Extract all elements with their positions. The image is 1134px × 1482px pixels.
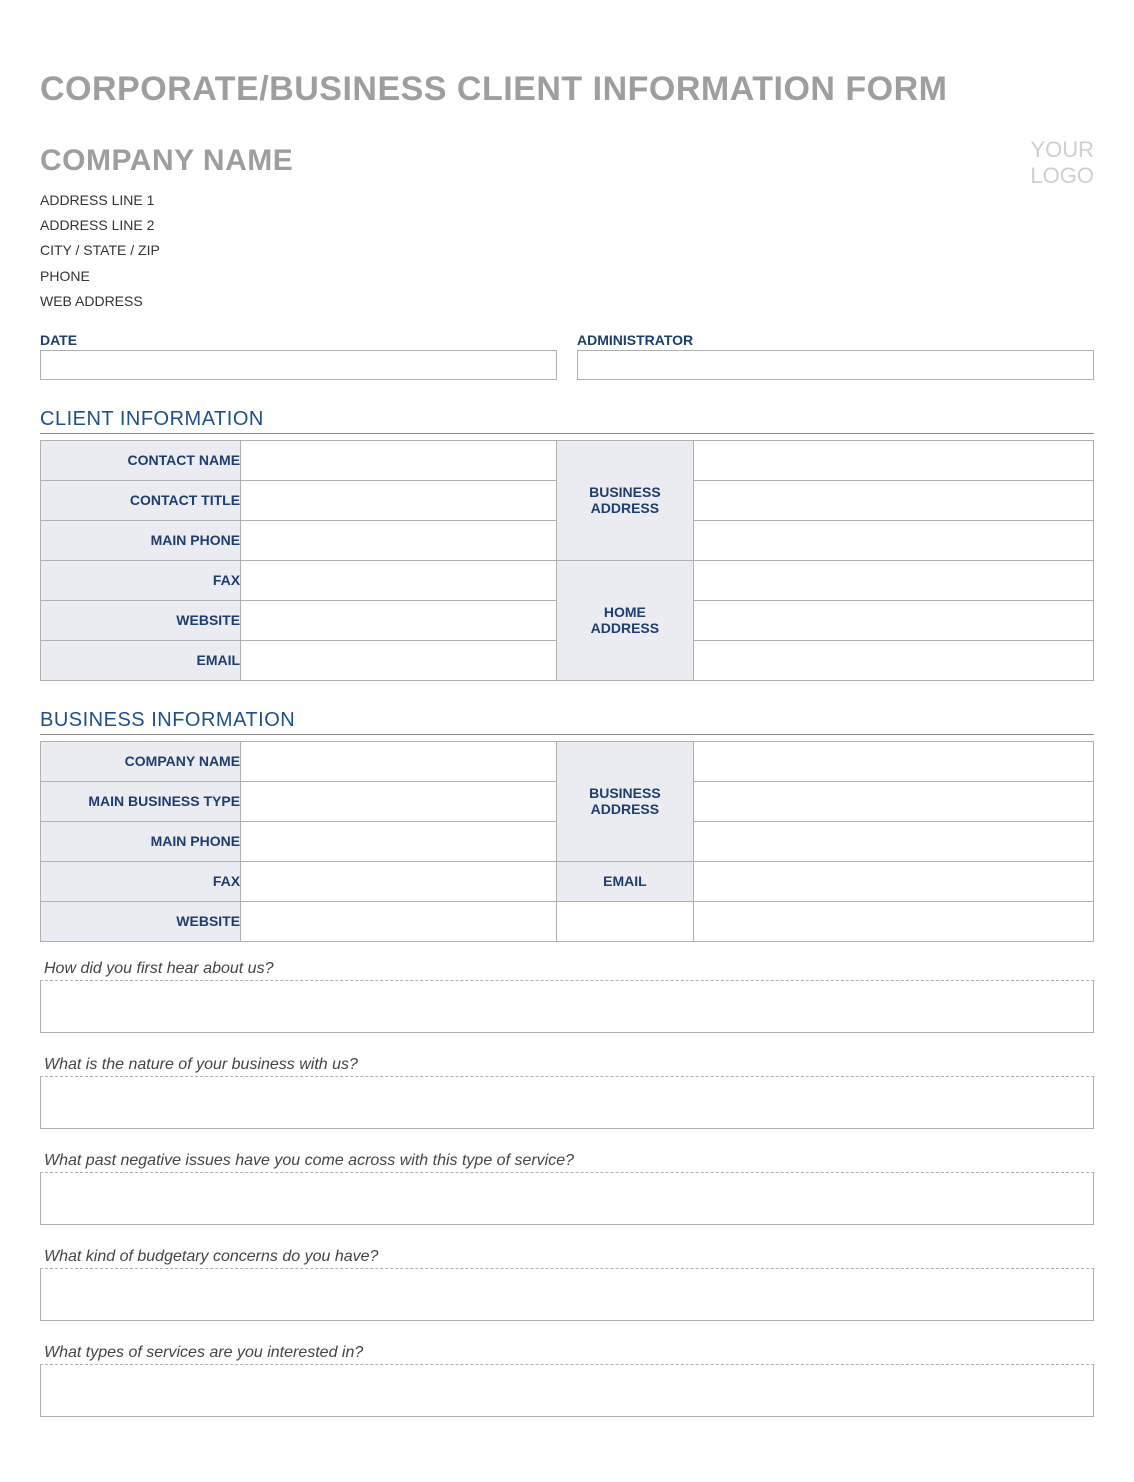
input-home-address-3[interactable] xyxy=(694,641,1093,680)
meta-table: DATE ADMINISTRATOR xyxy=(40,332,1094,380)
date-label: DATE xyxy=(40,332,557,350)
input-website[interactable] xyxy=(241,601,556,640)
company-address2: ADDRESS LINE 2 xyxy=(40,213,293,238)
question-3: What past negative issues have you come … xyxy=(40,1152,1094,1230)
input-biz-main-phone[interactable] xyxy=(241,822,556,861)
question-2-text: What is the nature of your business with… xyxy=(40,1056,1094,1077)
input-biz-website[interactable] xyxy=(241,902,556,941)
answer-3-input[interactable] xyxy=(40,1173,1094,1225)
answer-4-input[interactable] xyxy=(40,1269,1094,1321)
input-home-address-1[interactable] xyxy=(694,561,1093,600)
label-website: WEBSITE xyxy=(41,600,241,640)
answer-1-input[interactable] xyxy=(40,981,1094,1033)
label-biz-main-phone: MAIN PHONE xyxy=(41,821,241,861)
section-business-header: BUSINESS INFORMATION xyxy=(40,709,1094,735)
input-email[interactable] xyxy=(241,641,556,680)
answer-5-input[interactable] xyxy=(40,1365,1094,1417)
input-main-phone[interactable] xyxy=(241,521,556,560)
input-biz-main-type[interactable] xyxy=(241,782,556,821)
input-biz-business-address-2[interactable] xyxy=(694,782,1093,821)
label-fax: FAX xyxy=(41,560,241,600)
company-details: ADDRESS LINE 1 ADDRESS LINE 2 CITY / STA… xyxy=(40,188,293,314)
input-business-address-3[interactable] xyxy=(694,521,1093,560)
input-contact-name[interactable] xyxy=(241,441,556,480)
question-5-text: What types of services are you intereste… xyxy=(40,1344,1094,1365)
company-web: WEB ADDRESS xyxy=(40,289,293,314)
company-header-row: COMPANY NAME ADDRESS LINE 1 ADDRESS LINE… xyxy=(40,119,1094,314)
company-phone: PHONE xyxy=(40,264,293,289)
input-biz-business-address-1[interactable] xyxy=(694,742,1093,781)
label-biz-website: WEBSITE xyxy=(41,901,241,941)
form-title: CORPORATE/BUSINESS CLIENT INFORMATION FO… xyxy=(40,70,1094,109)
section-client-header: CLIENT INFORMATION xyxy=(40,408,1094,434)
answer-2-input[interactable] xyxy=(40,1077,1094,1129)
client-info-table: CONTACT NAME BUSINESSADDRESS CONTACT TIT… xyxy=(40,440,1094,681)
question-2: What is the nature of your business with… xyxy=(40,1056,1094,1134)
company-name-placeholder: COMPANY NAME xyxy=(40,144,293,178)
logo-placeholder: YOURLOGO xyxy=(1030,137,1094,190)
label-biz-fax: FAX xyxy=(41,861,241,901)
input-fax[interactable] xyxy=(241,561,556,600)
input-biz-fax[interactable] xyxy=(241,862,556,901)
label-biz-company-name: COMPANY NAME xyxy=(41,741,241,781)
label-contact-name: CONTACT NAME xyxy=(41,440,241,480)
input-business-address-1[interactable] xyxy=(694,441,1093,480)
input-biz-company-name[interactable] xyxy=(241,742,556,781)
label-biz-business-address: BUSINESSADDRESS xyxy=(556,741,693,861)
label-home-address: HOMEADDRESS xyxy=(556,560,693,680)
question-3-text: What past negative issues have you come … xyxy=(40,1152,1094,1173)
question-4: What kind of budgetary concerns do you h… xyxy=(40,1248,1094,1326)
page: CORPORATE/BUSINESS CLIENT INFORMATION FO… xyxy=(0,0,1134,1482)
input-contact-title[interactable] xyxy=(241,481,556,520)
question-4-text: What kind of budgetary concerns do you h… xyxy=(40,1248,1094,1269)
input-biz-business-address-3[interactable] xyxy=(694,822,1093,861)
date-input[interactable] xyxy=(40,350,557,380)
label-biz-main-type: MAIN BUSINESS TYPE xyxy=(41,781,241,821)
business-info-table: COMPANY NAME BUSINESSADDRESS MAIN BUSINE… xyxy=(40,741,1094,942)
label-biz-email: EMAIL xyxy=(556,861,693,901)
question-1: How did you first hear about us? xyxy=(40,960,1094,1038)
label-contact-title: CONTACT TITLE xyxy=(41,480,241,520)
question-1-text: How did you first hear about us? xyxy=(40,960,1094,981)
input-business-address-2[interactable] xyxy=(694,481,1093,520)
label-main-phone: MAIN PHONE xyxy=(41,520,241,560)
label-email: EMAIL xyxy=(41,640,241,680)
admin-input[interactable] xyxy=(577,350,1094,380)
company-csz: CITY / STATE / ZIP xyxy=(40,238,293,263)
admin-label: ADMINISTRATOR xyxy=(577,332,1094,350)
label-business-address: BUSINESSADDRESS xyxy=(556,440,693,560)
input-biz-email[interactable] xyxy=(694,862,1093,901)
question-5: What types of services are you intereste… xyxy=(40,1344,1094,1422)
company-address1: ADDRESS LINE 1 xyxy=(40,188,293,213)
input-home-address-2[interactable] xyxy=(694,601,1093,640)
